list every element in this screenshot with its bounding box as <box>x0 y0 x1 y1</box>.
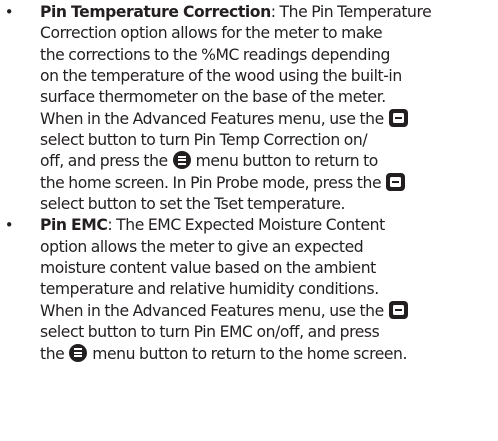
text-line: temperature and relative humidity condit… <box>40 280 379 299</box>
term-separator: : <box>270 3 276 21</box>
term-heading: Pin Temperature Correction <box>40 3 271 21</box>
select-button-icon <box>386 172 406 191</box>
text-line: Pin EMC: The EMC Expected Moisture Conte… <box>40 215 496 236</box>
body-text: When in the Advanced Features menu, use … <box>40 301 384 320</box>
body-text: The EMC Expected Moisture Content <box>116 216 385 235</box>
term-separator: : <box>107 216 113 235</box>
body-text: the <box>40 344 65 363</box>
text-line: the corrections to the %MC readings depe… <box>40 45 390 64</box>
text-line: select button to turn Pin EMC on/off, an… <box>40 323 380 342</box>
text-line: Correction option allows for the meter t… <box>40 24 383 43</box>
text-line: option allows the meter to give an expec… <box>40 237 364 256</box>
bullet-marker: • <box>4 3 14 21</box>
text-line: Pin Temperature Correction: The Pin Temp… <box>40 2 496 23</box>
text-line: off, and press the menu button to return… <box>40 151 496 172</box>
body-text: The Pin Temperature <box>279 3 432 21</box>
select-button-icon <box>388 300 408 319</box>
body-text: menu button to return to the home screen… <box>92 344 408 363</box>
bullet-marker: • <box>4 216 14 235</box>
list-item-pin-emc: • Pin EMC: The EMC Expected Moisture Con… <box>0 215 498 364</box>
body-text: menu button to return to <box>195 152 379 171</box>
select-button-icon <box>388 108 408 127</box>
feature-list: • Pin Temperature Correction: The Pin Te… <box>0 2 498 365</box>
text-line: the home screen. In Pin Probe mode, pres… <box>40 172 496 194</box>
body-text: the home screen. In Pin Probe mode, pres… <box>40 173 382 192</box>
text-line: select button to set the Tset temperatur… <box>40 195 346 214</box>
text-line: select button to turn Pin Temp Correctio… <box>40 131 368 150</box>
text-line: When in the Advanced Features menu, use … <box>40 300 496 322</box>
body-text: When in the Advanced Features menu, use … <box>40 109 384 128</box>
text-line: on the temperature of the wood using the… <box>40 67 402 86</box>
text-line: surface thermometer on the base of the m… <box>40 88 386 107</box>
text-line: the menu button to return to the home sc… <box>40 343 496 365</box>
body-text: off, and press the <box>40 152 168 171</box>
text-line: When in the Advanced Features menu, use … <box>40 108 496 130</box>
menu-button-icon <box>69 343 88 362</box>
term-heading: Pin EMC <box>40 216 108 235</box>
menu-button-icon <box>172 151 191 170</box>
list-item-pin-temperature-correction: • Pin Temperature Correction: The Pin Te… <box>0 2 498 215</box>
text-line: moisture content value based on the ambi… <box>40 259 376 278</box>
